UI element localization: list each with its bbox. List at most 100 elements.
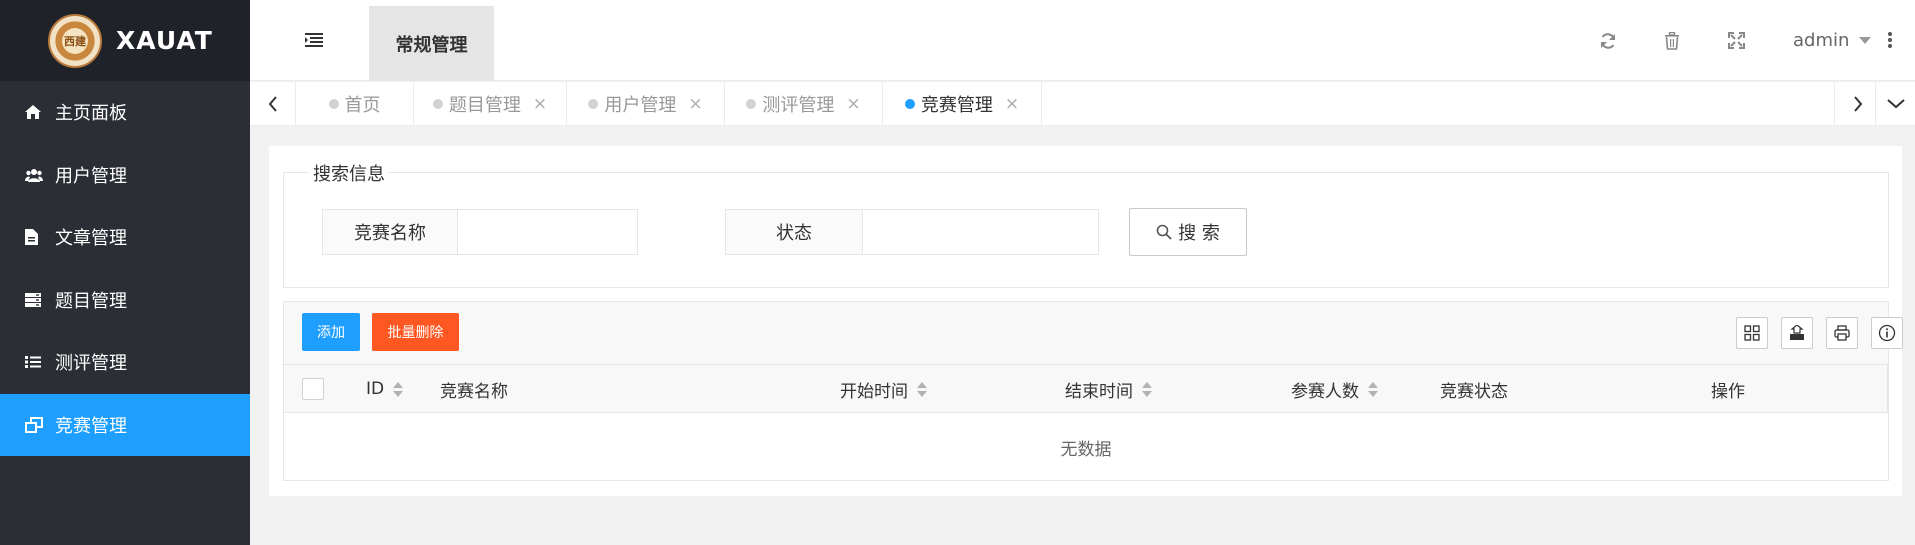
print-icon[interactable] — [1826, 317, 1858, 349]
tabs-dropdown-button[interactable] — [1875, 82, 1915, 126]
column-header-label: 竞赛名称 — [440, 381, 508, 402]
column-header-label: 开始时间 — [840, 381, 908, 402]
server-icon — [25, 292, 55, 307]
column-header-label: 参赛人数 — [1291, 381, 1359, 402]
logo-area: 西建 XAUAT — [0, 0, 250, 81]
sidebar-item-label: 文章管理 — [55, 228, 127, 250]
chevron-right-icon — [1853, 96, 1862, 112]
tab-label: 首页 — [344, 95, 381, 116]
sidebar-item-competition[interactable]: 竞赛管理 — [0, 393, 250, 456]
sort-icon[interactable] — [1142, 381, 1152, 397]
tab-dot-icon — [746, 99, 757, 109]
column-header-id[interactable]: ID — [366, 365, 404, 413]
top-header: 常规管理 admin — [250, 0, 1915, 81]
status-label: 状态 — [725, 209, 863, 255]
column-header-actions: 操作 — [1711, 365, 1745, 413]
select-all-checkbox[interactable] — [302, 365, 324, 413]
empty-state: 无数据 — [1060, 439, 1112, 460]
column-header-label: ID — [366, 379, 385, 399]
tab-label: 题目管理 — [448, 95, 521, 116]
sidebar-item-articles[interactable]: 文章管理 — [0, 206, 250, 269]
tab-evaluation[interactable]: 测评管理 × — [725, 82, 883, 126]
list-icon — [25, 355, 55, 369]
caret-down-icon — [1859, 37, 1872, 44]
page-tabs-bar: 首页 题目管理 × 用户管理 × 测评管理 × 竞赛管理 × — [250, 82, 1915, 126]
column-header-name: 竞赛名称 — [440, 365, 508, 413]
tab-label: 用户管理 — [604, 95, 677, 116]
tab-users[interactable]: 用户管理 × — [567, 82, 725, 126]
data-table: 添加 批量删除 ID 竞赛名称 开始时间 结束时间 参赛人数 竞赛状态 操作 无… — [283, 301, 1903, 481]
close-icon[interactable]: × — [846, 94, 860, 114]
sidebar-item-label: 主页面板 — [55, 103, 127, 125]
tab-dot-icon — [432, 99, 443, 109]
status-input[interactable] — [863, 209, 1099, 255]
table-header: ID 竞赛名称 开始时间 结束时间 参赛人数 竞赛状态 操作 — [284, 365, 1888, 413]
column-header-label: 结束时间 — [1065, 381, 1133, 402]
sidebar-item-users[interactable]: 用户管理 — [0, 144, 250, 207]
column-header-label: 操作 — [1711, 381, 1745, 402]
search-legend: 搜索信息 — [309, 160, 389, 186]
sidebar-item-home[interactable]: 主页面板 — [0, 81, 250, 144]
tab-questions[interactable]: 题目管理 × — [414, 82, 567, 126]
close-icon[interactable]: × — [688, 94, 702, 114]
batch-delete-button[interactable]: 批量删除 — [372, 313, 459, 351]
tabs-scroll-left-button[interactable] — [250, 82, 296, 126]
close-icon[interactable]: × — [1005, 94, 1019, 114]
add-button[interactable]: 添加 — [302, 313, 360, 351]
tab-dot-icon — [328, 99, 339, 109]
info-icon[interactable] — [1871, 317, 1903, 349]
tab-dot-icon — [588, 99, 599, 109]
logo-emblem-text: 西建 — [64, 34, 86, 48]
tab-label: 竞赛管理 — [920, 95, 993, 116]
column-header-end-time[interactable]: 结束时间 — [1065, 365, 1152, 413]
column-header-participants[interactable]: 参赛人数 — [1291, 365, 1378, 413]
column-divider — [1887, 365, 1888, 413]
column-header-label: 竞赛状态 — [1440, 381, 1508, 402]
column-header-status: 竞赛状态 — [1440, 365, 1508, 413]
trash-icon[interactable] — [1664, 31, 1680, 54]
checkbox[interactable] — [302, 378, 324, 400]
tab-dot-icon — [904, 99, 915, 109]
sort-icon[interactable] — [393, 381, 404, 397]
column-header-start-time[interactable]: 开始时间 — [840, 365, 927, 413]
search-button[interactable]: 搜 索 — [1129, 208, 1247, 256]
fullscreen-icon[interactable] — [1728, 32, 1745, 53]
sidebar-item-label: 竞赛管理 — [55, 415, 127, 437]
close-icon[interactable]: × — [533, 94, 547, 114]
refresh-icon[interactable] — [1599, 32, 1617, 54]
search-icon — [1156, 224, 1172, 240]
tab-home[interactable]: 首页 — [296, 82, 414, 126]
content-card: 搜索信息 竞赛名称 状态 搜 索 添加 批量删除 ID 竞赛名称 开始时间 结束… — [269, 146, 1903, 496]
tab-label: 测评管理 — [762, 95, 835, 116]
export-icon[interactable] — [1781, 317, 1813, 349]
sort-icon[interactable] — [1368, 381, 1378, 397]
sidebar-item-label: 测评管理 — [55, 353, 127, 375]
header-tab-general[interactable]: 常规管理 — [369, 6, 494, 81]
user-menu[interactable]: admin — [1793, 30, 1872, 51]
menu-toggle-icon[interactable] — [305, 32, 323, 52]
chevron-left-icon — [268, 96, 277, 112]
sidebar: 主页面板 用户管理 文章管理 题目管理 测评管理 竞赛管理 — [0, 81, 250, 545]
sort-icon[interactable] — [917, 381, 927, 397]
users-icon — [25, 168, 55, 182]
sidebar-item-questions[interactable]: 题目管理 — [0, 269, 250, 332]
sidebar-item-evaluation[interactable]: 测评管理 — [0, 331, 250, 394]
competition-name-input[interactable] — [458, 209, 638, 255]
search-button-label: 搜 索 — [1178, 223, 1220, 244]
columns-icon[interactable] — [1736, 317, 1768, 349]
table-toolbar: 添加 批量删除 — [284, 302, 1903, 365]
more-vertical-icon[interactable] — [1887, 31, 1893, 53]
competition-name-label: 竞赛名称 — [322, 209, 458, 255]
user-name: admin — [1793, 30, 1850, 51]
search-fieldset: 搜索信息 竞赛名称 状态 搜 索 — [283, 160, 1889, 288]
home-icon — [25, 105, 55, 120]
tab-competition[interactable]: 竞赛管理 × — [883, 82, 1042, 126]
file-icon — [25, 229, 55, 246]
logo-text: XAUAT — [116, 26, 213, 55]
window-restore-icon — [25, 416, 55, 433]
tabs-scroll-right-button[interactable] — [1834, 82, 1880, 126]
logo-emblem: 西建 — [48, 13, 102, 68]
chevron-down-icon — [1886, 99, 1905, 109]
sidebar-item-label: 题目管理 — [55, 290, 127, 312]
sidebar-item-label: 用户管理 — [55, 165, 127, 187]
